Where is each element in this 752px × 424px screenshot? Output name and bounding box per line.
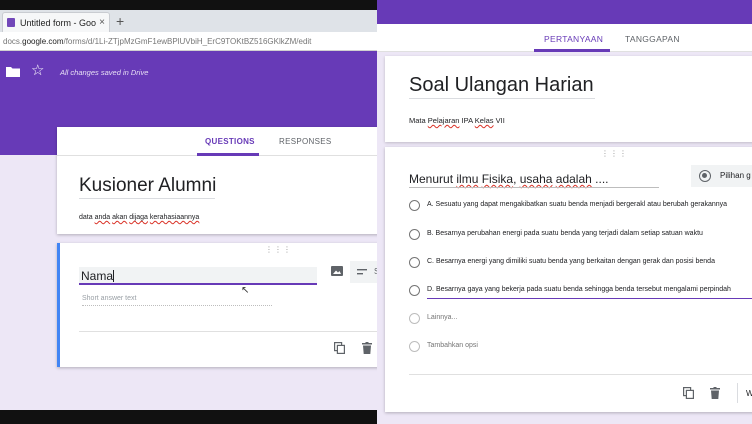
desc-text: data xyxy=(79,214,95,221)
right-screenshot: PERTANYAAN TANGGAPAN Soal Ulangan Harian… xyxy=(377,0,752,424)
form-tabs: QUESTIONS RESPONSES xyxy=(57,127,377,156)
question-title[interactable]: Menurut ilmu Fisika, usaha adalah .... xyxy=(409,172,609,186)
delete-icon[interactable] xyxy=(710,387,720,399)
mouse-cursor-icon: ↖ xyxy=(241,285,250,296)
required-label[interactable]: W xyxy=(746,389,752,398)
question-title-text: Nama xyxy=(81,269,115,283)
desc-misspelled: Kelas xyxy=(474,116,494,125)
option-label[interactable]: B. Besarnya perubahan energi pada suatu … xyxy=(427,230,703,237)
title-text: Menurut xyxy=(409,172,457,186)
url-prefix: docs. xyxy=(3,37,23,46)
form-header-card: QUESTIONS RESPONSES Kusioner Alumni data… xyxy=(57,127,377,234)
question-type-select[interactable]: Pilihan g xyxy=(691,165,752,187)
add-option[interactable]: Tambahkan opsi xyxy=(427,342,478,349)
question-type-select[interactable]: S xyxy=(350,261,377,283)
question-type-label: Pilihan g xyxy=(720,171,751,180)
radio-icon[interactable] xyxy=(409,285,420,296)
add-image-icon[interactable] xyxy=(331,266,343,276)
question-title-input[interactable]: Nama ↖ xyxy=(79,267,317,296)
desc-text: VII xyxy=(493,116,505,125)
drag-handle-icon[interactable]: ⋮⋮⋮ xyxy=(265,246,292,254)
url-host: google.com xyxy=(22,37,64,46)
form-title[interactable]: Kusioner Alumni xyxy=(79,175,216,197)
desc-misspelled: kerahasiaannya xyxy=(149,214,200,221)
url-path: /forms/d/1Li-ZTjpMzGmF1ewBPlUVbiH_ErC9TO… xyxy=(63,37,312,46)
text-caret xyxy=(113,270,115,282)
question-title-underline xyxy=(409,187,659,188)
card-divider xyxy=(79,331,377,332)
radio-icon[interactable] xyxy=(409,257,420,268)
radio-icon xyxy=(409,313,420,324)
option-label[interactable]: C. Besarnya energi yang dimiliki suatu b… xyxy=(427,258,715,265)
title-misspelled: adalah xyxy=(555,172,592,186)
desc-misspelled: anda xyxy=(94,214,111,221)
option-label[interactable]: D. Besarnya gaya yang bekerja pada suatu… xyxy=(427,286,731,293)
tab-responses[interactable]: TANGGAPAN xyxy=(625,34,680,44)
desc-text: Mata xyxy=(409,116,428,125)
form-title-underline xyxy=(79,198,215,199)
toolbar-separator xyxy=(737,383,738,403)
add-other-option[interactable]: Lainnya... xyxy=(427,314,457,321)
form-title[interactable]: Soal Ulangan Harian xyxy=(409,74,594,97)
desc-misspelled: akan xyxy=(112,214,128,221)
title-text: , xyxy=(513,172,520,186)
radio-icon[interactable] xyxy=(409,200,420,211)
bottom-letterbox xyxy=(0,410,377,424)
title-misspelled: Fisika xyxy=(481,172,514,186)
desc-text: IPA xyxy=(459,116,475,125)
desc-misspelled: Pelajaran xyxy=(427,116,460,125)
form-header-card: Soal Ulangan Harian Mata Pelajaran IPA K… xyxy=(385,56,752,142)
desc-misspelled: dijaga xyxy=(129,214,148,221)
duplicate-icon[interactable] xyxy=(683,387,694,399)
browser-tab-title: Untitled form - Google xyxy=(20,17,97,28)
form-description[interactable]: data anda akan dijaga kerahasiaannya xyxy=(79,214,199,221)
radio-icon[interactable] xyxy=(409,229,420,240)
card-divider xyxy=(409,374,752,375)
save-status: All changes saved in Drive xyxy=(60,68,149,77)
tab-questions[interactable]: QUESTIONS xyxy=(205,137,255,146)
option-a[interactable]: A. Sesuatu yang dapat mengakibatkan suat… xyxy=(409,199,752,213)
option-label[interactable]: A. Sesuatu yang dapat mengakibatkan suat… xyxy=(427,201,727,208)
folder-icon[interactable] xyxy=(6,66,20,77)
star-icon[interactable]: ☆ xyxy=(31,63,44,78)
form-title-underline xyxy=(409,98,595,99)
option-add[interactable]: Tambahkan opsi xyxy=(409,340,752,354)
title-misspelled: usaha xyxy=(519,172,553,186)
form-description[interactable]: Mata Pelajaran IPA Kelas VII xyxy=(409,116,505,125)
active-tab-indicator xyxy=(534,49,610,52)
tab-questions[interactable]: PERTANYAAN xyxy=(544,34,603,44)
multiple-choice-icon xyxy=(699,170,711,182)
short-answer-icon xyxy=(357,269,367,275)
question-title-value: Nama xyxy=(81,269,114,283)
question-card[interactable]: ⋮⋮⋮ Menurut ilmu Fisika, usaha adalah ..… xyxy=(385,147,752,412)
short-answer-placeholder: Short answer text xyxy=(82,295,137,302)
option-other[interactable]: Lainnya... xyxy=(409,312,752,326)
tab-responses[interactable]: RESPONSES xyxy=(279,137,332,146)
browser-tab[interactable]: Untitled form - Google × xyxy=(2,12,110,32)
radio-icon xyxy=(409,341,420,352)
question-card[interactable]: ⋮⋮⋮ Nama ↖ S Short answer text xyxy=(57,243,377,367)
forms-favicon-icon xyxy=(7,18,15,27)
browser-tab-bar: Untitled form - Google × + xyxy=(0,10,377,32)
duplicate-icon[interactable] xyxy=(334,342,345,354)
option-focus-underline xyxy=(427,298,752,299)
option-b[interactable]: B. Besarnya perubahan energi pada suatu … xyxy=(409,228,752,242)
active-tab-indicator xyxy=(197,153,259,156)
title-text: .... xyxy=(591,172,609,186)
option-c[interactable]: C. Besarnya energi yang dimiliki suatu b… xyxy=(409,256,752,270)
delete-icon[interactable] xyxy=(362,342,372,354)
top-letterbox xyxy=(0,0,377,10)
new-tab-icon[interactable]: + xyxy=(116,13,124,29)
option-d[interactable]: D. Besarnya gaya yang bekerja pada suatu… xyxy=(409,284,752,299)
short-answer-line xyxy=(82,305,272,306)
title-misspelled: ilmu xyxy=(456,172,479,186)
left-screenshot: Untitled form - Google × + docs.google.c… xyxy=(0,0,377,424)
address-bar[interactable]: docs.google.com/forms/d/1Li-ZTjpMzGmF1ew… xyxy=(0,32,377,51)
drag-handle-icon[interactable]: ⋮⋮⋮ xyxy=(601,150,628,158)
close-tab-icon[interactable]: × xyxy=(99,17,105,28)
form-tabs: PERTANYAAN TANGGAPAN xyxy=(377,24,752,52)
